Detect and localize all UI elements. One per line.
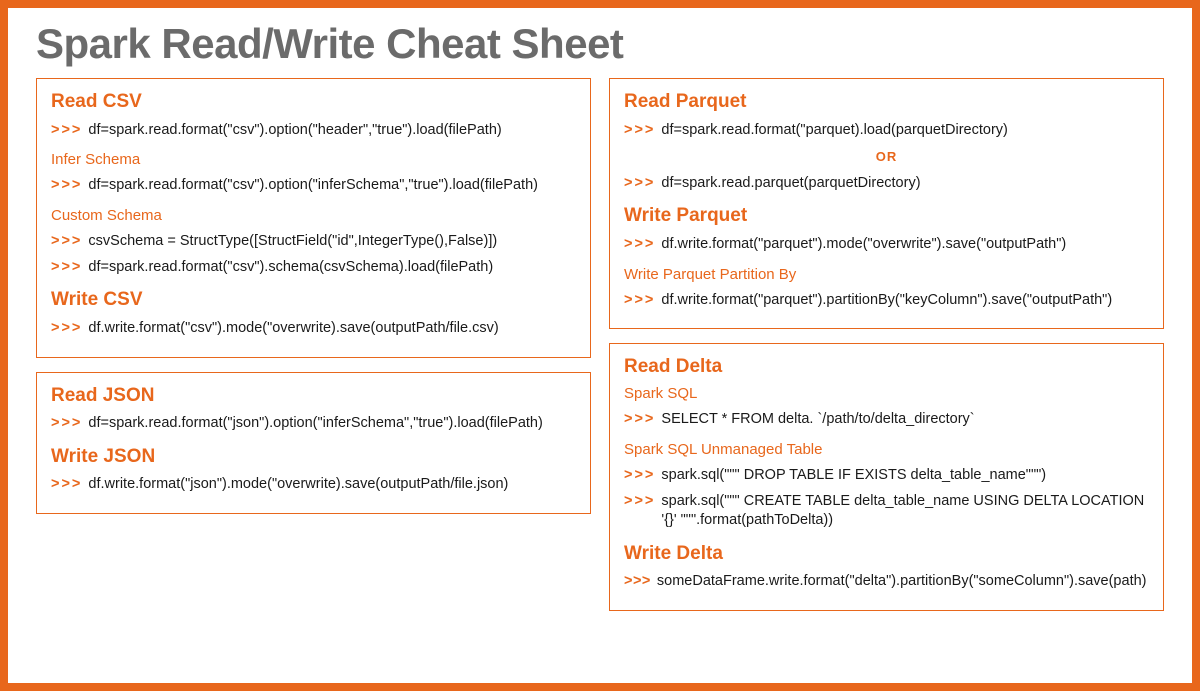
code-line: >>> spark.sql(""" DROP TABLE IF EXISTS d… bbox=[624, 466, 1149, 486]
heading-write-csv: Write CSV bbox=[51, 287, 576, 313]
heading-read-csv: Read CSV bbox=[51, 89, 576, 115]
code-line: >>> df=spark.read.format("csv").schema(c… bbox=[51, 258, 576, 278]
heading-write-json: Write JSON bbox=[51, 444, 576, 470]
prompt-icon: >>> bbox=[51, 475, 82, 495]
prompt-icon: >>> bbox=[624, 291, 655, 311]
code-line: >>> df.write.format("parquet").mode("ove… bbox=[624, 235, 1149, 255]
code-line: >>> df=spark.read.format("csv").option("… bbox=[51, 176, 576, 196]
code-snippet: df=spark.read.format("csv").schema(csvSc… bbox=[88, 258, 493, 278]
cheat-sheet-page: Spark Read/Write Cheat Sheet Read CSV >>… bbox=[8, 8, 1192, 683]
heading-read-json: Read JSON bbox=[51, 383, 576, 409]
page-title: Spark Read/Write Cheat Sheet bbox=[36, 20, 1164, 68]
subheading-infer-schema: Infer Schema bbox=[51, 150, 576, 170]
code-line: >>> df=spark.read.parquet(parquetDirecto… bbox=[624, 174, 1149, 194]
subheading-spark-sql: Spark SQL bbox=[624, 384, 1149, 404]
prompt-icon: >>> bbox=[624, 121, 655, 141]
code-snippet: spark.sql(""" CREATE TABLE delta_table_n… bbox=[661, 492, 1149, 531]
subheading-partition-by: Write Parquet Partition By bbox=[624, 265, 1149, 285]
prompt-icon: >>> bbox=[624, 174, 655, 194]
code-line: >>> df=spark.read.format("csv").option("… bbox=[51, 121, 576, 141]
code-snippet: df=spark.read.parquet(parquetDirectory) bbox=[661, 174, 920, 194]
code-snippet: df.write.format("parquet").mode("overwri… bbox=[661, 235, 1066, 255]
prompt-icon: >>> bbox=[51, 414, 82, 434]
heading-read-delta: Read Delta bbox=[624, 354, 1149, 380]
prompt-icon: >>> bbox=[624, 410, 655, 430]
code-line: >>> df=spark.read.format("json").option(… bbox=[51, 414, 576, 434]
code-line: >>> SELECT * FROM delta. `/path/to/delta… bbox=[624, 410, 1149, 430]
right-column: Read Parquet >>> df=spark.read.format("p… bbox=[609, 78, 1164, 625]
prompt-icon: >>> bbox=[51, 176, 82, 196]
prompt-icon: >>> bbox=[624, 492, 655, 512]
code-line: >>> spark.sql(""" CREATE TABLE delta_tab… bbox=[624, 492, 1149, 531]
prompt-icon: >>> bbox=[51, 319, 82, 339]
code-snippet: df=spark.read.format("json").option("inf… bbox=[88, 414, 542, 434]
card-csv: Read CSV >>> df=spark.read.format("csv")… bbox=[36, 78, 591, 358]
card-json: Read JSON >>> df=spark.read.format("json… bbox=[36, 372, 591, 514]
code-line: >>> someDataFrame.write.format("delta").… bbox=[624, 572, 1149, 592]
card-parquet: Read Parquet >>> df=spark.read.format("p… bbox=[609, 78, 1164, 329]
left-column: Read CSV >>> df=spark.read.format("csv")… bbox=[36, 78, 591, 625]
or-label: OR bbox=[624, 148, 1149, 166]
subheading-custom-schema: Custom Schema bbox=[51, 206, 576, 226]
heading-read-parquet: Read Parquet bbox=[624, 89, 1149, 115]
code-snippet: df.write.format("csv").mode("overwrite).… bbox=[88, 319, 498, 339]
code-line: >>> df=spark.read.format("parquet).load(… bbox=[624, 121, 1149, 141]
code-line: >>> df.write.format("parquet").partition… bbox=[624, 291, 1149, 311]
code-snippet: df=spark.read.format("csv").option("infe… bbox=[88, 176, 538, 196]
code-snippet: spark.sql(""" DROP TABLE IF EXISTS delta… bbox=[661, 466, 1046, 486]
prompt-icon: >>> bbox=[51, 258, 82, 278]
code-line: >>> df.write.format("json").mode("overwr… bbox=[51, 475, 576, 495]
heading-write-delta: Write Delta bbox=[624, 541, 1149, 567]
columns: Read CSV >>> df=spark.read.format("csv")… bbox=[36, 78, 1164, 625]
code-line: >>> csvSchema = StructType([StructField(… bbox=[51, 232, 576, 252]
code-line: >>> df.write.format("csv").mode("overwri… bbox=[51, 319, 576, 339]
prompt-icon: >>> bbox=[624, 466, 655, 486]
prompt-icon: >>> bbox=[51, 121, 82, 141]
code-snippet: csvSchema = StructType([StructField("id"… bbox=[88, 232, 497, 252]
code-snippet: df.write.format("json").mode("overwrite)… bbox=[88, 475, 508, 495]
prompt-icon: >>> bbox=[51, 232, 82, 252]
heading-write-parquet: Write Parquet bbox=[624, 203, 1149, 229]
code-snippet: df=spark.read.format("parquet).load(parq… bbox=[661, 121, 1007, 141]
code-snippet: SELECT * FROM delta. `/path/to/delta_dir… bbox=[661, 410, 974, 430]
card-delta: Read Delta Spark SQL >>> SELECT * FROM d… bbox=[609, 343, 1164, 611]
prompt-icon: >>> bbox=[624, 572, 651, 592]
subheading-unmanaged-table: Spark SQL Unmanaged Table bbox=[624, 440, 1149, 460]
code-snippet: df.write.format("parquet").partitionBy("… bbox=[661, 291, 1112, 311]
code-snippet: df=spark.read.format("csv").option("head… bbox=[88, 121, 501, 141]
prompt-icon: >>> bbox=[624, 235, 655, 255]
code-snippet: someDataFrame.write.format("delta").part… bbox=[657, 572, 1147, 592]
